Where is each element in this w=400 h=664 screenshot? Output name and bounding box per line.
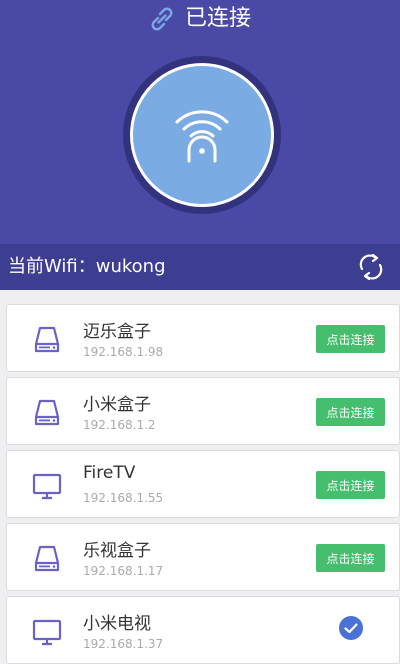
- tv-icon: [31, 616, 63, 648]
- device-ip: 192.168.1.98: [83, 345, 164, 359]
- connect-button[interactable]: 点击连接: [316, 544, 385, 572]
- device-row[interactable]: FireTV 192.168.1.55 点击连接: [6, 450, 400, 518]
- device-name: 迈乐盒子: [83, 322, 151, 342]
- status-text: 已连接: [184, 6, 251, 31]
- connect-button[interactable]: 点击连接: [316, 325, 385, 353]
- device-name: 乐视盒子: [83, 541, 151, 561]
- device-ip: 192.168.1.17: [83, 564, 164, 578]
- wifi-tv-icon: [175, 110, 229, 163]
- link-icon: [151, 7, 173, 31]
- connection-circle[interactable]: [123, 56, 281, 214]
- box-icon: [31, 397, 63, 429]
- device-name: FireTV: [83, 463, 136, 483]
- tv-icon: [31, 470, 63, 502]
- device-name: 小米电视: [83, 614, 151, 634]
- header: 已连接 当前Wifi：wukong: [0, 0, 400, 290]
- device-name: 小米盒子: [83, 395, 151, 415]
- device-ip: 192.168.1.37: [83, 637, 164, 651]
- device-row[interactable]: 小米盒子 192.168.1.2 点击连接: [6, 377, 400, 445]
- current-wifi-label: 当前Wifi：wukong: [8, 256, 166, 277]
- device-ip: 192.168.1.2: [83, 418, 156, 432]
- device-ip: 192.168.1.55: [83, 491, 164, 505]
- connected-check-icon: [339, 616, 363, 640]
- connection-status: 已连接: [0, 2, 400, 36]
- connect-button[interactable]: 点击连接: [316, 398, 385, 426]
- wifi-bar: 当前Wifi：wukong: [0, 244, 400, 290]
- box-icon: [31, 543, 63, 575]
- device-row[interactable]: 小米电视 192.168.1.37: [6, 596, 400, 664]
- box-icon: [31, 324, 63, 356]
- refresh-icon[interactable]: [356, 252, 386, 282]
- connect-button[interactable]: 点击连接: [316, 471, 385, 499]
- device-row[interactable]: 迈乐盒子 192.168.1.98 点击连接: [6, 304, 400, 372]
- device-row[interactable]: 乐视盒子 192.168.1.17 点击连接: [6, 523, 400, 591]
